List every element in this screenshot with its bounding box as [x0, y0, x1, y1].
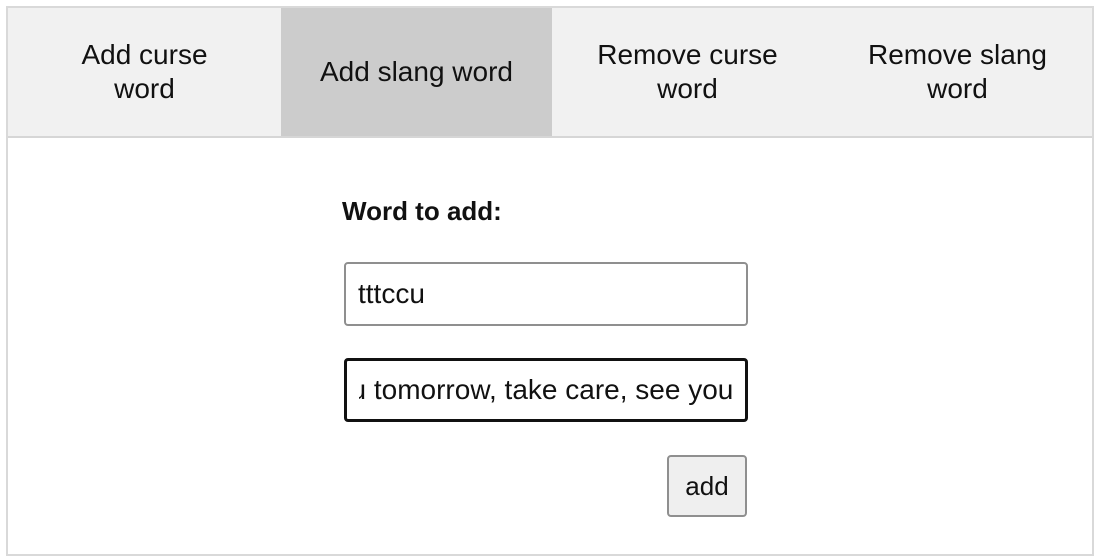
- tab-label-line-2: word: [114, 73, 175, 104]
- add-button[interactable]: add: [667, 455, 747, 517]
- tab-remove-curse-word[interactable]: Remove curse word: [552, 8, 823, 136]
- tab-add-slang-word[interactable]: Add slang word: [281, 8, 552, 136]
- tab-bar: Add curse word Add slang word Remove cur…: [8, 8, 1092, 138]
- tab-label-line-1: Remove curse: [597, 39, 778, 70]
- tab-label-line-1: Add slang word: [319, 56, 513, 87]
- word-to-add-label: Word to add:: [342, 196, 502, 226]
- tab-label-line-2: word: [927, 73, 988, 104]
- tab-label-line-2: word: [657, 73, 718, 104]
- tab-label-line-1: Remove slang: [868, 39, 1047, 70]
- add-slang-form: Word to add: add: [342, 196, 752, 517]
- tab-add-curse-word[interactable]: Add curse word: [8, 8, 281, 136]
- tab-label-line-1: Add curse: [81, 39, 208, 70]
- word-input[interactable]: [344, 262, 748, 326]
- tab-remove-slang-word[interactable]: Remove slang word: [823, 8, 1092, 136]
- meaning-input[interactable]: [344, 358, 748, 422]
